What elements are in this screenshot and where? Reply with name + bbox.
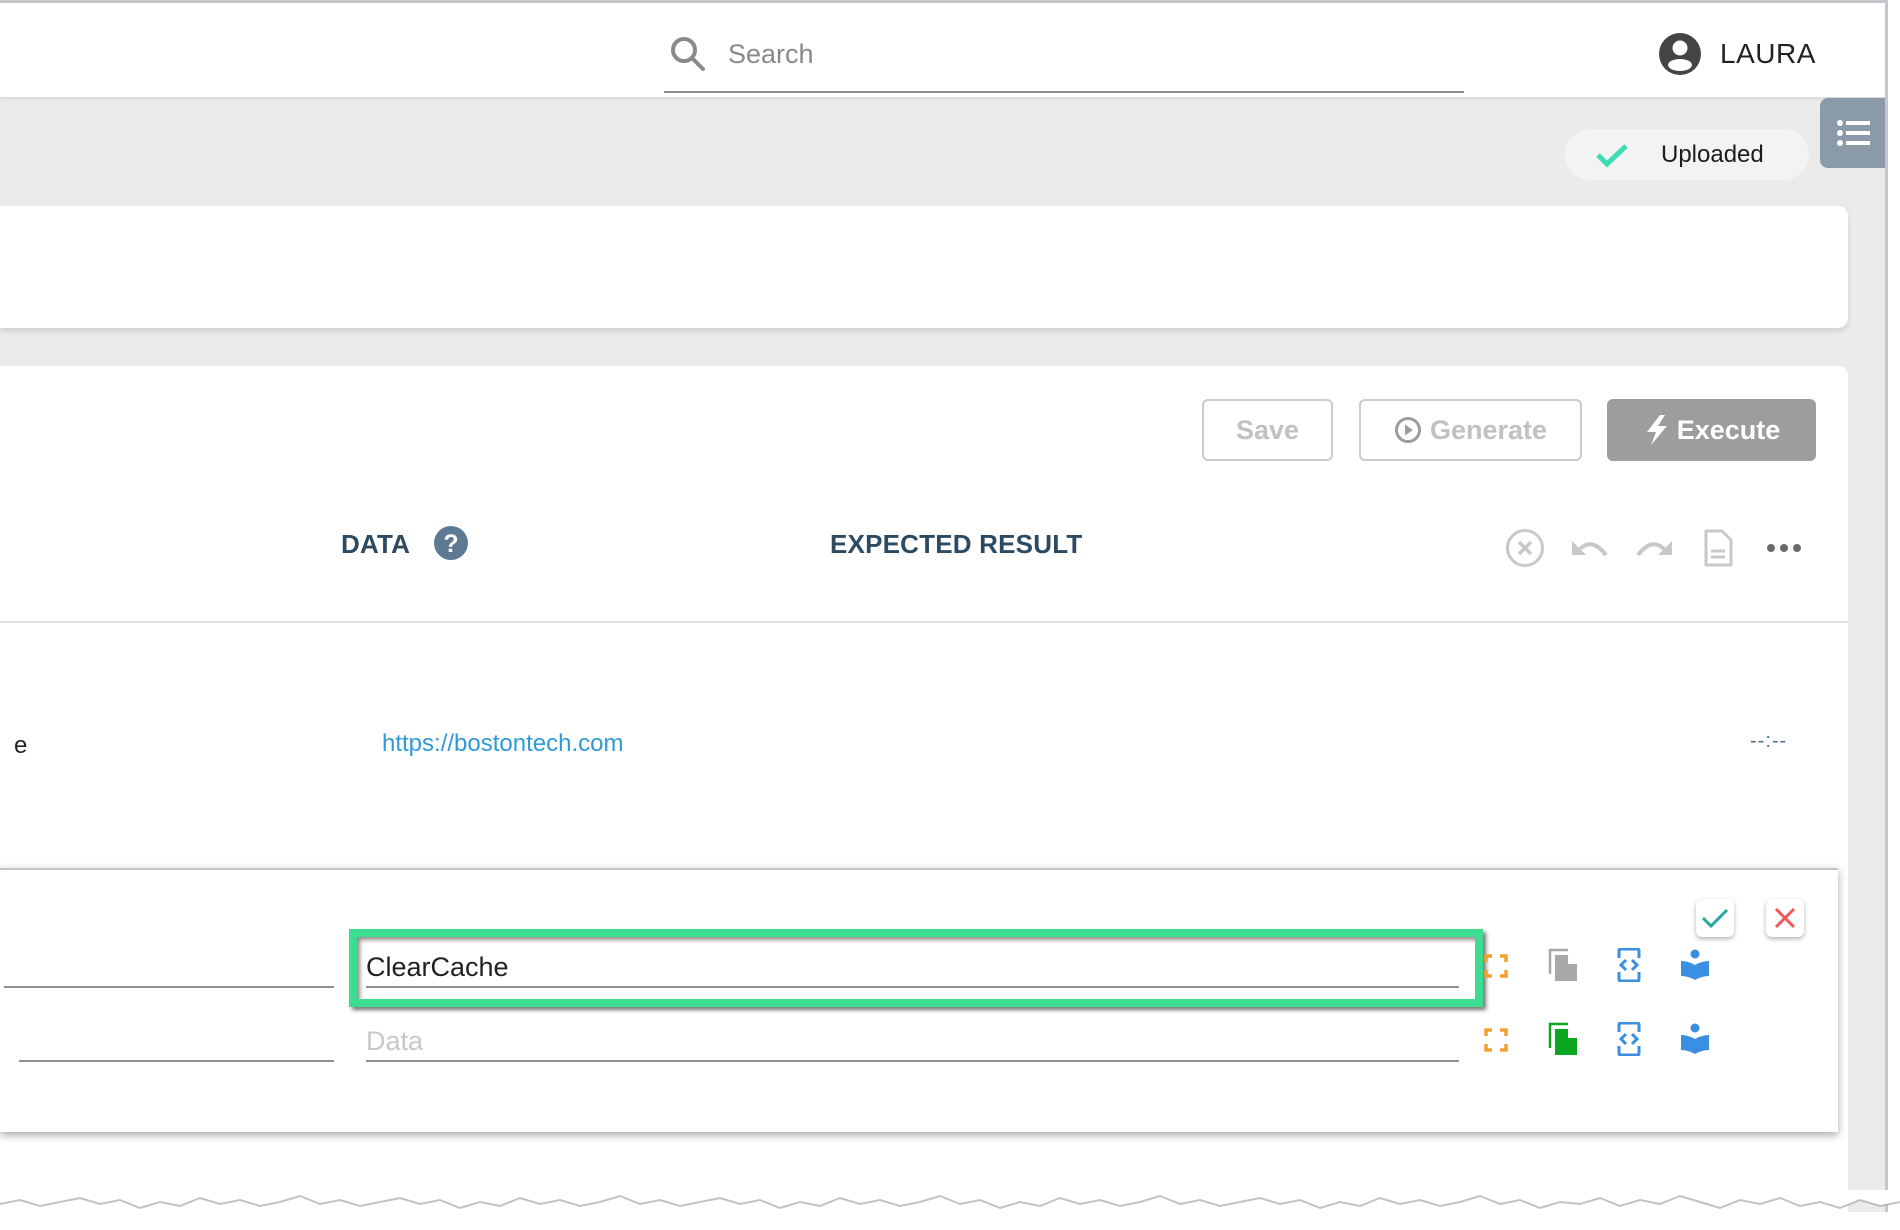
lightning-icon bbox=[1646, 415, 1667, 445]
undo-button[interactable] bbox=[1568, 526, 1612, 570]
svg-text:?: ? bbox=[443, 530, 458, 558]
row-duration: --:-- bbox=[1750, 730, 1788, 752]
redo-icon bbox=[1636, 541, 1672, 557]
document-button[interactable] bbox=[1696, 526, 1740, 570]
account-circle-icon bbox=[1659, 33, 1701, 75]
documentation-button[interactable] bbox=[1679, 1022, 1711, 1056]
copy-button[interactable] bbox=[1547, 1022, 1579, 1056]
expand-button[interactable] bbox=[1480, 949, 1512, 983]
step-left-field-1[interactable] bbox=[4, 950, 334, 988]
upload-status-badge: Uploaded bbox=[1565, 129, 1809, 180]
execute-button[interactable]: Execute bbox=[1607, 399, 1816, 461]
column-header-data: DATA bbox=[341, 529, 411, 559]
book-reader-icon bbox=[1681, 1023, 1709, 1054]
save-button[interactable]: Save bbox=[1202, 399, 1333, 461]
user-menu[interactable]: LAURA bbox=[1658, 31, 1816, 77]
top-bar: LAURA bbox=[0, 3, 1885, 97]
search-bar[interactable] bbox=[664, 23, 1464, 93]
code-button[interactable] bbox=[1613, 1022, 1645, 1056]
copy-icon bbox=[1548, 948, 1577, 981]
code-icon bbox=[1617, 1022, 1641, 1056]
search-icon bbox=[671, 37, 705, 71]
expand-icon bbox=[1484, 1028, 1508, 1052]
confirm-edit-button[interactable] bbox=[1696, 899, 1734, 937]
step-edit-panel bbox=[0, 868, 1838, 1132]
row-action-text: e bbox=[14, 732, 28, 759]
column-header-expected-result: EXPECTED RESULT bbox=[830, 529, 1083, 559]
row-data-link[interactable]: https://bostontech.com bbox=[382, 730, 623, 758]
user-name: LAURA bbox=[1720, 38, 1816, 69]
upload-status-label: Uploaded bbox=[1661, 140, 1764, 168]
cancel-edit-button[interactable] bbox=[1766, 899, 1804, 937]
action-input[interactable] bbox=[366, 948, 1459, 988]
clear-button[interactable] bbox=[1503, 526, 1547, 570]
documentation-button[interactable] bbox=[1679, 948, 1711, 982]
app-window: LAURA Uploaded Save Generate bbox=[0, 0, 1888, 1212]
side-menu-toggle-button[interactable] bbox=[1820, 98, 1885, 168]
save-button-label: Save bbox=[1235, 414, 1300, 445]
step-left-field-2[interactable] bbox=[19, 1024, 334, 1062]
copy-button[interactable] bbox=[1547, 948, 1579, 982]
copy-icon bbox=[1548, 1022, 1577, 1055]
expand-button[interactable] bbox=[1480, 1023, 1512, 1057]
info-card bbox=[0, 206, 1848, 328]
help-circle-icon[interactable]: ? bbox=[433, 525, 469, 561]
book-reader-icon bbox=[1681, 949, 1709, 980]
check-icon bbox=[1596, 143, 1628, 167]
list-icon bbox=[1837, 120, 1870, 146]
execute-button-label: Execute bbox=[1676, 414, 1781, 445]
expand-icon bbox=[1484, 954, 1508, 978]
code-icon bbox=[1617, 948, 1641, 982]
code-button[interactable] bbox=[1613, 948, 1645, 982]
play-circle-icon bbox=[1394, 417, 1421, 443]
check-icon bbox=[1701, 908, 1729, 929]
data-input[interactable] bbox=[366, 1022, 1459, 1062]
more-horizontal-icon bbox=[1767, 544, 1801, 552]
search-input[interactable] bbox=[726, 33, 1330, 75]
generate-button-label: Generate bbox=[1429, 414, 1548, 445]
close-icon bbox=[1774, 907, 1796, 929]
more-options-button[interactable] bbox=[1762, 526, 1806, 570]
redo-button[interactable] bbox=[1632, 526, 1676, 570]
header-divider bbox=[0, 621, 1848, 623]
torn-edge-decoration bbox=[0, 1190, 1900, 1210]
close-circle-icon bbox=[1506, 529, 1544, 567]
generate-button[interactable]: Generate bbox=[1359, 399, 1582, 461]
undo-icon bbox=[1572, 541, 1608, 557]
document-icon bbox=[1704, 529, 1733, 567]
